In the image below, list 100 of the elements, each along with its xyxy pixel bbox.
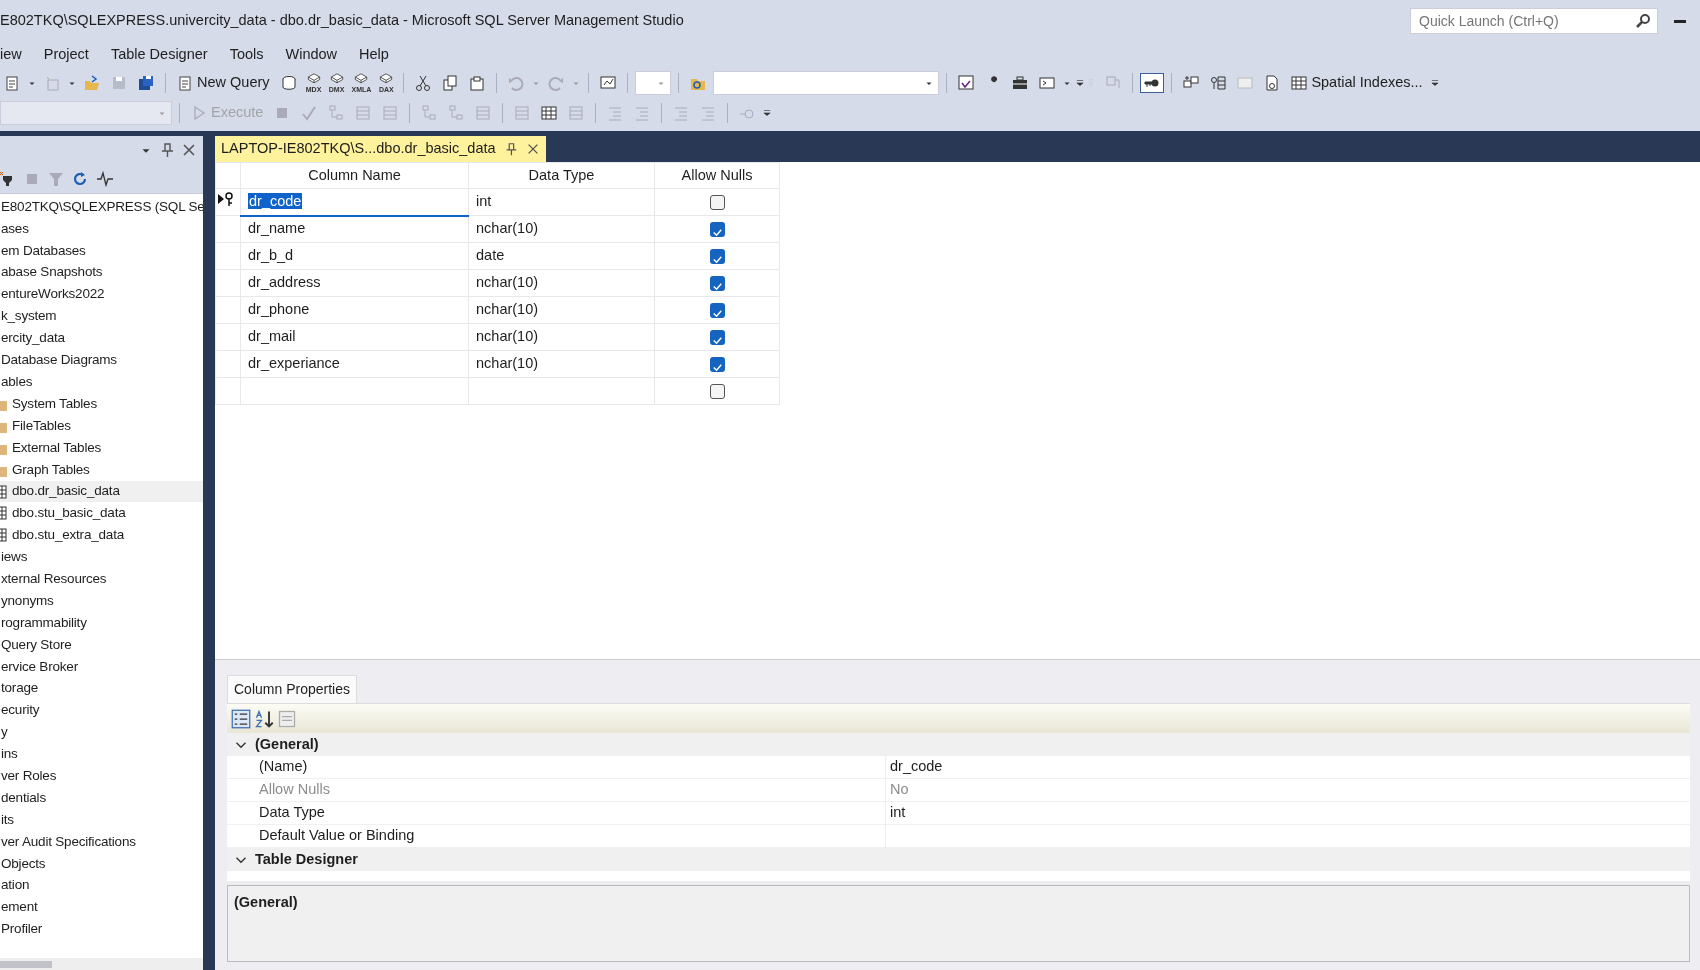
scrollbar-thumb[interactable] [0,960,52,968]
tree-item[interactable]: ables [0,371,203,393]
data-type-cell[interactable]: int [468,188,655,216]
dropdown-field[interactable] [635,71,672,95]
diagram-icon [1105,75,1122,91]
clipboard-icon [469,75,486,91]
activity-icon[interactable] [96,170,114,187]
list-icon [514,105,531,121]
tree-item[interactable]: rogrammability [0,611,203,634]
search-icon[interactable] [1635,13,1651,29]
allow-nulls-checkbox[interactable] [709,329,725,345]
data-type-cell[interactable]: date [468,242,655,270]
refresh-icon[interactable] [72,170,88,187]
column-name-field[interactable]: dr_phone [248,301,310,318]
tree-item[interactable]: Objects [0,852,203,875]
tree-item[interactable]: em Databases [0,239,203,262]
column-name-field[interactable]: dr_address [248,274,321,291]
new-query-button[interactable]: New Query [173,70,274,96]
tree-item[interactable]: ins [0,743,203,766]
lines-icon [634,105,651,121]
allow-nulls-checkbox[interactable] [709,302,725,318]
tree-item[interactable]: iews [0,546,203,569]
tree-item[interactable]: Database Diagrams [0,349,203,372]
console-icon [1039,75,1056,91]
row-pointer-icon [218,192,224,207]
tree-item[interactable]: dbo.stu_basic_data [0,502,203,525]
column-header[interactable]: Column Name [240,162,469,189]
property-name: Data Type [255,802,886,824]
tree-item[interactable]: Query Store [0,633,203,656]
lines-icon [607,105,624,121]
data-type-cell[interactable]: nchar(10) [468,215,655,243]
column-name-field[interactable]: dr_name [248,220,306,237]
menu-item[interactable]: iew [0,44,34,66]
pin-icon[interactable] [159,142,175,158]
tree-item[interactable]: entureWorks2022 [0,283,203,306]
document-tab[interactable]: LAPTOP-IE802TKQ\S...dbo.dr_basic_data [215,136,546,162]
tree-item[interactable]: ynonyms [0,590,203,612]
quick-launch-box[interactable]: Quick Launch (Ctrl+Q) [1410,8,1658,34]
list-icon [475,105,492,121]
row-header[interactable] [215,188,241,216]
tree-item[interactable]: dbo.stu_extra_data [0,524,203,547]
menu-item[interactable]: Window [285,44,350,66]
tree-item[interactable]: ervice Broker [0,655,203,678]
allow-nulls-checkbox[interactable] [709,275,725,291]
tree-item[interactable]: torage [0,677,203,700]
property-value[interactable]: dr_code [886,756,943,778]
spatial-indexes-button[interactable]: Spatial Indexes... [1287,70,1427,96]
filter-icon[interactable] [48,170,64,187]
tree-item[interactable]: External Tables [0,436,203,459]
menu-item[interactable]: Table Designer [110,44,220,66]
floppy-disks-icon [138,75,154,91]
data-type-cell[interactable]: nchar(10) [468,323,655,351]
primary-key-button[interactable] [1140,73,1165,93]
tree-item[interactable]: dentials [0,787,203,809]
close-icon[interactable] [181,142,197,158]
tree-item[interactable]: ases [0,217,203,240]
allow-nulls-checkbox[interactable] [709,221,725,237]
tree-item[interactable]: ver Audit Specifications [0,830,203,853]
copy-icon [442,75,459,91]
menu-item[interactable]: Tools [229,44,276,66]
data-type-cell[interactable]: nchar(10) [468,269,655,297]
tree-item[interactable]: y [0,721,203,744]
tree-item[interactable]: ement [0,896,203,919]
tree-item[interactable]: System Tables [0,393,203,415]
lines-icon [673,105,690,121]
tree-item[interactable]: its [0,808,203,831]
tree-item[interactable]: Profiler [0,918,203,941]
column-header[interactable]: Data Type [468,162,655,189]
tree-item[interactable]: k_system [0,305,203,328]
tree-item[interactable]: ver Roles [0,765,203,788]
allow-nulls-checkbox[interactable] [709,356,725,372]
properties-tab[interactable]: Column Properties [227,675,357,703]
flowchart-icon [448,105,465,121]
tree-item[interactable]: ecurity [0,699,203,722]
menu-item[interactable]: Help [359,44,401,66]
window-title: E802TKQ\SQLEXPRESS.univercity_data - dbo.dr_basic_data - Microsoft SQL Server Management Studio [0,11,684,31]
column-name-field[interactable]: dr_b_d [248,247,294,264]
categorized-button[interactable] [231,708,251,729]
allow-nulls-checkbox[interactable] [709,194,725,210]
quick-launch-field[interactable]: Quick Launch (Ctrl+Q) [1417,9,1617,33]
tree-item[interactable]: abase Snapshots [0,261,203,284]
menu-item[interactable]: Project [43,44,101,66]
alphabetical-button[interactable] [254,708,274,729]
data-type-cell[interactable]: nchar(10) [468,350,655,378]
data-type-cell[interactable]: nchar(10) [468,296,655,324]
column-header[interactable]: Allow Nulls [654,162,780,189]
document-icon [4,75,20,91]
tree-item[interactable]: ation [0,874,203,897]
tree-item[interactable]: ercity_data [0,327,203,350]
column-name-field[interactable]: dr_mail [248,328,296,345]
tree-item[interactable]: dbo.dr_basic_data [0,480,203,503]
grid-icon [541,105,558,121]
tree-item[interactable]: FileTables [0,414,203,437]
list-icon [568,105,585,121]
allow-nulls-checkbox[interactable] [709,383,725,399]
tree-item[interactable]: Graph Tables [0,458,203,481]
property-value[interactable]: int [886,802,906,824]
allow-nulls-checkbox[interactable] [709,248,725,264]
column-name-field[interactable]: dr_code [248,192,303,209]
tree-item[interactable]: xternal Resources [0,568,203,591]
